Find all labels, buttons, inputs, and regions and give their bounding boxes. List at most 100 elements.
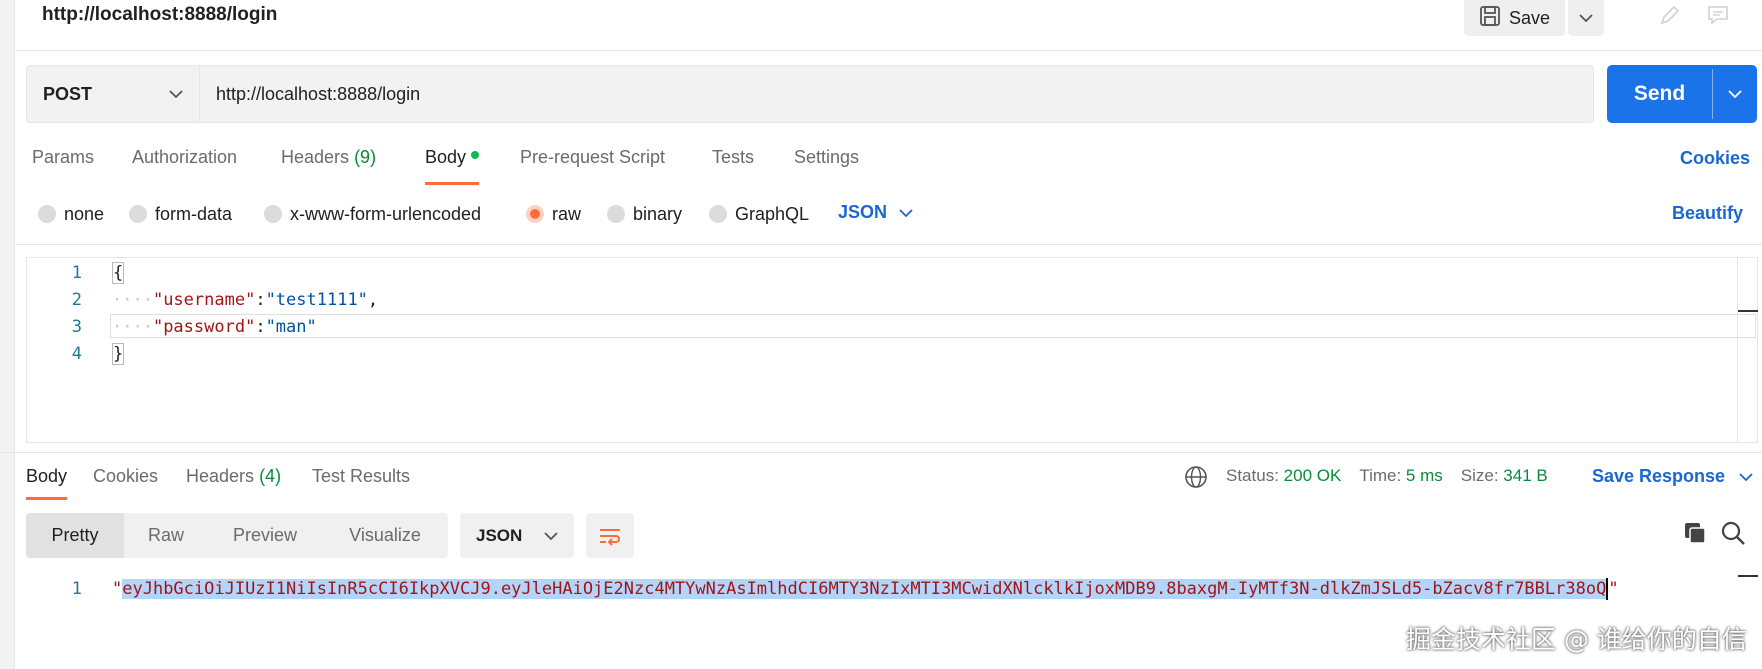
- response-token: "eyJhbGciOiJIUzI1NiIsInR5cCI6IkpXVCJ9.ey…: [112, 578, 1619, 600]
- code-line: 2 ····"username":"test1111",: [0, 286, 378, 313]
- quote: ": [1608, 579, 1619, 599]
- response-body-line[interactable]: 1 "eyJhbGciOiJIUzI1NiIsInR5cCI6IkpXVCJ9.…: [0, 575, 1619, 603]
- save-options-button[interactable]: [1568, 0, 1604, 36]
- size-info[interactable]: Size: 341 B: [1461, 466, 1548, 486]
- tab-settings[interactable]: Settings: [794, 147, 859, 185]
- tab-label: Settings: [794, 147, 860, 167]
- radio-icon: [709, 205, 727, 223]
- brace: {: [112, 261, 125, 284]
- wrap-lines-button[interactable]: [586, 513, 634, 558]
- quote: ": [112, 579, 123, 599]
- status-info[interactable]: Status: 200 OK: [1226, 466, 1341, 486]
- tab-body[interactable]: Body: [425, 147, 480, 185]
- body-format-select[interactable]: JSON: [838, 202, 913, 223]
- size-label: Size:: [1460, 466, 1499, 485]
- tab-tests[interactable]: Tests: [712, 147, 754, 185]
- request-title[interactable]: http://localhost:8888/login: [42, 4, 277, 26]
- line-number: 1: [71, 262, 82, 283]
- chevron-down-icon: [1728, 90, 1742, 99]
- beautify-link[interactable]: Beautify: [1672, 203, 1743, 224]
- format-label: JSON: [476, 525, 523, 545]
- chevron-down-icon: [544, 531, 558, 540]
- divider: [14, 50, 1762, 51]
- tab-label: Body: [425, 147, 467, 167]
- indent-guide: ····: [112, 289, 153, 310]
- globe-icon[interactable]: [1184, 465, 1208, 494]
- method-select[interactable]: POST: [26, 65, 200, 123]
- method-label: POST: [43, 83, 93, 104]
- radio-label: binary: [633, 203, 683, 224]
- tab-label: Params: [32, 147, 95, 167]
- save-button[interactable]: Save: [1464, 0, 1565, 36]
- code-line: 3 ····"password":"man": [0, 313, 317, 340]
- tab-params[interactable]: Params: [32, 147, 94, 185]
- search-icon[interactable]: [1720, 520, 1746, 551]
- cookies-link[interactable]: Cookies: [1680, 148, 1750, 169]
- send-button[interactable]: Send: [1607, 65, 1757, 123]
- code-text: }: [112, 342, 125, 365]
- tab-headers[interactable]: Headers (9): [281, 147, 376, 185]
- body-type-raw[interactable]: raw: [526, 202, 581, 226]
- response-meta: Status: 200 OK Time: 5 ms Size: 341 B: [1226, 466, 1548, 486]
- save-label: Save: [1508, 7, 1551, 28]
- divider: [14, 244, 1762, 245]
- headers-count: (9): [354, 147, 377, 167]
- radio-label: form-data: [155, 203, 233, 224]
- copy-icon[interactable]: [1682, 520, 1708, 551]
- chevron-down-icon: [899, 208, 913, 217]
- body-type-binary[interactable]: binary: [607, 202, 682, 226]
- response-tab-headers[interactable]: Headers (4): [186, 466, 281, 500]
- pencil-icon[interactable]: [1650, 0, 1690, 30]
- line-number: 2: [71, 289, 82, 310]
- response-tab-cookies[interactable]: Cookies: [93, 466, 158, 500]
- format-label: JSON: [838, 202, 888, 222]
- chevron-down-icon: [1739, 472, 1753, 481]
- body-type-form-data[interactable]: form-data: [129, 202, 232, 226]
- radio-icon: [607, 205, 625, 223]
- tab-label: Tests: [712, 147, 755, 167]
- headers-count: (4): [259, 466, 282, 486]
- response-format-select[interactable]: JSON: [460, 513, 574, 558]
- chevron-down-icon: [169, 90, 183, 99]
- tab-label: Body: [26, 466, 68, 486]
- chevron-down-icon: [1579, 14, 1593, 23]
- json-key: "password": [152, 316, 256, 337]
- body-type-graphql[interactable]: GraphQL: [709, 202, 809, 226]
- status-label: Status:: [1226, 466, 1279, 485]
- view-preview[interactable]: Preview: [208, 513, 322, 558]
- view-pretty[interactable]: Pretty: [26, 513, 124, 558]
- json-colon: :: [255, 289, 266, 310]
- line-number: 4: [71, 343, 82, 364]
- save-response-button[interactable]: Save Response: [1592, 466, 1753, 487]
- view-visualize[interactable]: Visualize: [322, 513, 448, 558]
- request-body-editor[interactable]: [26, 257, 1758, 443]
- tab-label: Headers: [186, 466, 255, 486]
- view-mode-group: Pretty Raw Preview Visualize: [26, 513, 448, 558]
- body-type-none[interactable]: none: [38, 202, 104, 226]
- json-key: "username": [152, 289, 256, 310]
- response-tab-test-results[interactable]: Test Results: [312, 466, 410, 500]
- url-input[interactable]: [200, 65, 1594, 123]
- response-tab-body[interactable]: Body: [26, 466, 68, 500]
- view-raw[interactable]: Raw: [124, 513, 208, 558]
- radio-label: none: [64, 203, 105, 224]
- radio-label: raw: [552, 203, 582, 224]
- tab-pre-request-script[interactable]: Pre-request Script: [520, 147, 665, 185]
- wrap-icon: [600, 528, 620, 546]
- editor-scrollbar[interactable]: [1737, 258, 1758, 442]
- code-text: ····"username":"test1111",: [112, 290, 378, 310]
- radio-selected-icon: [526, 205, 544, 223]
- save-response-label: Save Response: [1592, 466, 1726, 486]
- json-comma: ,: [367, 289, 379, 310]
- send-options-button[interactable]: [1713, 65, 1757, 123]
- size-value: 341 B: [1503, 466, 1548, 485]
- body-type-urlencoded[interactable]: x-www-form-urlencoded: [264, 202, 481, 226]
- line-number: 3: [71, 316, 82, 337]
- tab-authorization[interactable]: Authorization: [132, 147, 237, 185]
- comment-icon[interactable]: [1700, 0, 1736, 30]
- tab-label: Pre-request Script: [520, 147, 666, 167]
- time-info[interactable]: Time: 5 ms: [1359, 466, 1442, 486]
- tab-label: Headers: [281, 147, 350, 167]
- status-value: 200 OK: [1283, 466, 1342, 485]
- save-icon: [1479, 5, 1501, 32]
